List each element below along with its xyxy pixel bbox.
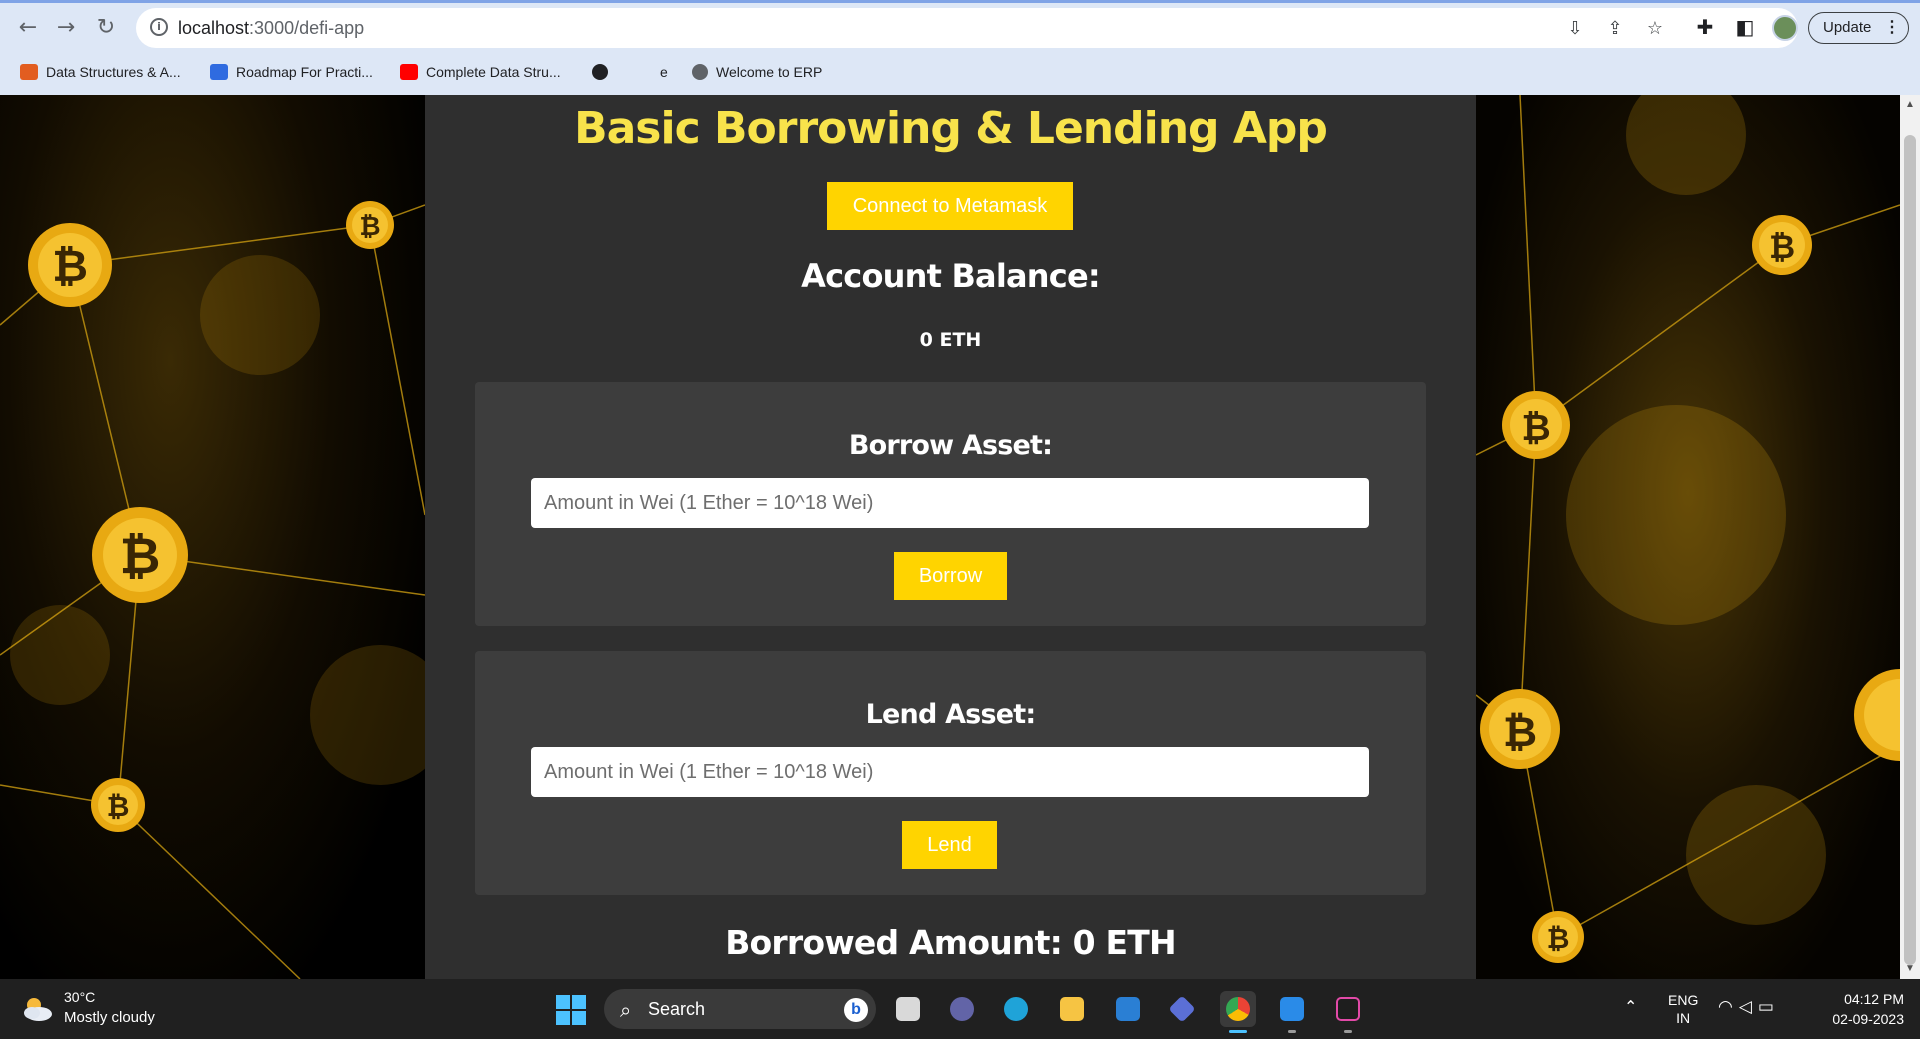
bookmark-label: Roadmap For Practi... <box>236 64 373 80</box>
borrow-heading: Borrow Asset: <box>848 430 1053 461</box>
bookmark-label: e <box>660 64 668 80</box>
svg-text:₿: ₿ <box>1503 707 1537 756</box>
svg-text:₿: ₿ <box>120 527 161 585</box>
lend-card: Lend Asset: Lend <box>475 651 1426 895</box>
share-icon[interactable]: ⇪ <box>1604 18 1626 40</box>
cloudy-weather-icon[interactable] <box>20 993 54 1023</box>
bitcoin-background-right: ₿ ₿ ₿ ₿ <box>1476 95 1900 979</box>
running-indicator <box>1344 1030 1352 1033</box>
tab-strip-edge <box>0 0 1920 3</box>
task-view-icon[interactable] <box>890 991 926 1027</box>
account-balance-heading: Account Balance: <box>801 257 1100 295</box>
mail-icon[interactable] <box>1110 991 1146 1027</box>
url-text[interactable]: localhost:3000/defi-app <box>178 18 364 39</box>
defi-app-panel: Basic Borrowing & Lending App Connect to… <box>425 95 1476 979</box>
reload-icon[interactable]: ↻ <box>92 14 120 42</box>
globe-icon <box>592 64 608 81</box>
active-indicator <box>1229 1030 1247 1033</box>
bookmark-label: Data Structures & A... <box>46 64 181 80</box>
search-icon: ⌕ <box>620 998 632 1022</box>
connect-metamask-button[interactable]: Connect to Metamask <box>827 182 1073 230</box>
url-host: localhost <box>178 18 250 38</box>
menu-dots-icon[interactable]: ⋮ <box>1884 13 1900 42</box>
system-tray[interactable]: ◠◁▭ <box>1718 997 1780 1017</box>
bookmark-item[interactable]: Welcome to ERP <box>692 62 822 84</box>
running-indicator <box>1288 1030 1296 1033</box>
clock-time: 04:12 PM <box>1844 991 1904 1007</box>
svg-text:₿: ₿ <box>52 241 88 292</box>
update-button[interactable]: Update ⋮ <box>1808 12 1909 44</box>
bookmarks-bar: Data Structures & A... Roadmap For Pract… <box>0 58 1920 86</box>
site-info-icon[interactable]: i <box>150 18 168 36</box>
bitcoin-background-left: ₿ ₿ ₿ ₿ <box>0 95 425 979</box>
lang-region: IN <box>1676 1010 1691 1026</box>
taskbar-search[interactable]: ⌕ Search b <box>604 989 876 1029</box>
address-bar[interactable]: i localhost:3000/defi-app ⇩ ⇪ ☆ <box>136 8 1798 48</box>
chrome-icon[interactable] <box>1220 991 1256 1033</box>
bookmark-item[interactable]: e <box>660 62 668 84</box>
loop-icon <box>210 64 228 81</box>
lend-heading: Lend Asset: <box>865 699 1037 730</box>
windows-taskbar: 30°C Mostly cloudy ⌕ Search b ⌃ ENG IN ◠◁… <box>0 979 1920 1039</box>
side-panel-icon[interactable]: ◧ <box>1732 14 1758 40</box>
borrowed-amount: Borrowed Amount: 0 ETH <box>725 923 1176 962</box>
profile-avatar[interactable] <box>1772 15 1798 41</box>
bookmark-item[interactable] <box>592 62 616 84</box>
extensions-icon[interactable]: ✚ <box>1692 14 1718 40</box>
edge-icon[interactable] <box>998 991 1034 1027</box>
battery-icon[interactable]: ▭ <box>1758 997 1780 1017</box>
page-scrollbar[interactable]: ▲ ▼ <box>1900 95 1920 979</box>
back-icon[interactable]: ← <box>14 14 42 42</box>
language-indicator[interactable]: ENG IN <box>1668 991 1698 1027</box>
teams-chat-icon[interactable] <box>944 991 980 1027</box>
bookmark-label: Welcome to ERP <box>716 64 823 80</box>
page-title: Basic Borrowing & Lending App <box>574 103 1328 154</box>
bookmark-item[interactable]: Roadmap For Practi... <box>210 62 373 84</box>
url-path: :3000/defi-app <box>249 18 365 38</box>
weather-temperature[interactable]: 30°C <box>64 989 95 1005</box>
volume-icon[interactable]: ◁ <box>1739 997 1758 1017</box>
svg-text:₿: ₿ <box>1521 408 1550 449</box>
wifi-icon[interactable]: ◠ <box>1718 997 1739 1017</box>
bookmark-item[interactable]: Complete Data Stru... <box>400 62 561 84</box>
codechef-icon <box>20 64 38 81</box>
borrow-card: Borrow Asset: Borrow <box>475 382 1426 626</box>
chevron-up-icon[interactable]: ⌃ <box>1624 997 1637 1016</box>
install-icon[interactable]: ⇩ <box>1564 18 1586 40</box>
scroll-up-icon[interactable]: ▲ <box>1900 95 1920 115</box>
erp-icon <box>692 64 708 81</box>
bitcoin-network-art: ₿ ₿ ₿ ₿ <box>0 201 425 979</box>
svg-text:₿: ₿ <box>1769 228 1795 266</box>
bookmark-label: Complete Data Stru... <box>426 64 561 80</box>
account-balance-value: 0 ETH <box>919 329 982 351</box>
lend-button[interactable]: Lend <box>902 821 997 869</box>
vscode-icon[interactable] <box>1274 991 1310 1033</box>
weather-description[interactable]: Mostly cloudy <box>64 1009 155 1026</box>
forward-icon[interactable]: → <box>52 14 80 42</box>
search-label: Search <box>648 999 706 1019</box>
terminal-icon[interactable] <box>1330 991 1366 1033</box>
scroll-down-icon[interactable]: ▼ <box>1900 959 1920 979</box>
bing-icon[interactable]: b <box>844 998 868 1022</box>
clock-date: 02-09-2023 <box>1832 1011 1904 1027</box>
file-explorer-icon[interactable] <box>1054 991 1090 1027</box>
clock[interactable]: 04:12 PM 02-09-2023 <box>1812 989 1904 1029</box>
svg-text:₿: ₿ <box>1547 922 1570 955</box>
lang-code: ENG <box>1668 992 1699 1008</box>
bookmark-star-icon[interactable]: ☆ <box>1644 18 1666 40</box>
svg-text:₿: ₿ <box>107 790 130 823</box>
bitcoin-network-art: ₿ ₿ ₿ ₿ <box>1476 95 1900 963</box>
bookmark-item[interactable]: Data Structures & A... <box>20 62 181 84</box>
borrow-amount-input[interactable] <box>531 478 1369 528</box>
browser-chrome: ← → ↻ i localhost:3000/defi-app ⇩ ⇪ ☆ ✚ … <box>0 0 1920 95</box>
update-label: Update <box>1823 19 1872 36</box>
svg-text:₿: ₿ <box>359 212 380 242</box>
borrow-button[interactable]: Borrow <box>894 552 1007 600</box>
youtube-icon <box>400 64 418 81</box>
lend-amount-input[interactable] <box>531 747 1369 797</box>
copilot-icon[interactable] <box>1164 991 1200 1027</box>
scroll-thumb[interactable] <box>1904 135 1916 965</box>
windows-start-icon[interactable] <box>556 995 586 1025</box>
